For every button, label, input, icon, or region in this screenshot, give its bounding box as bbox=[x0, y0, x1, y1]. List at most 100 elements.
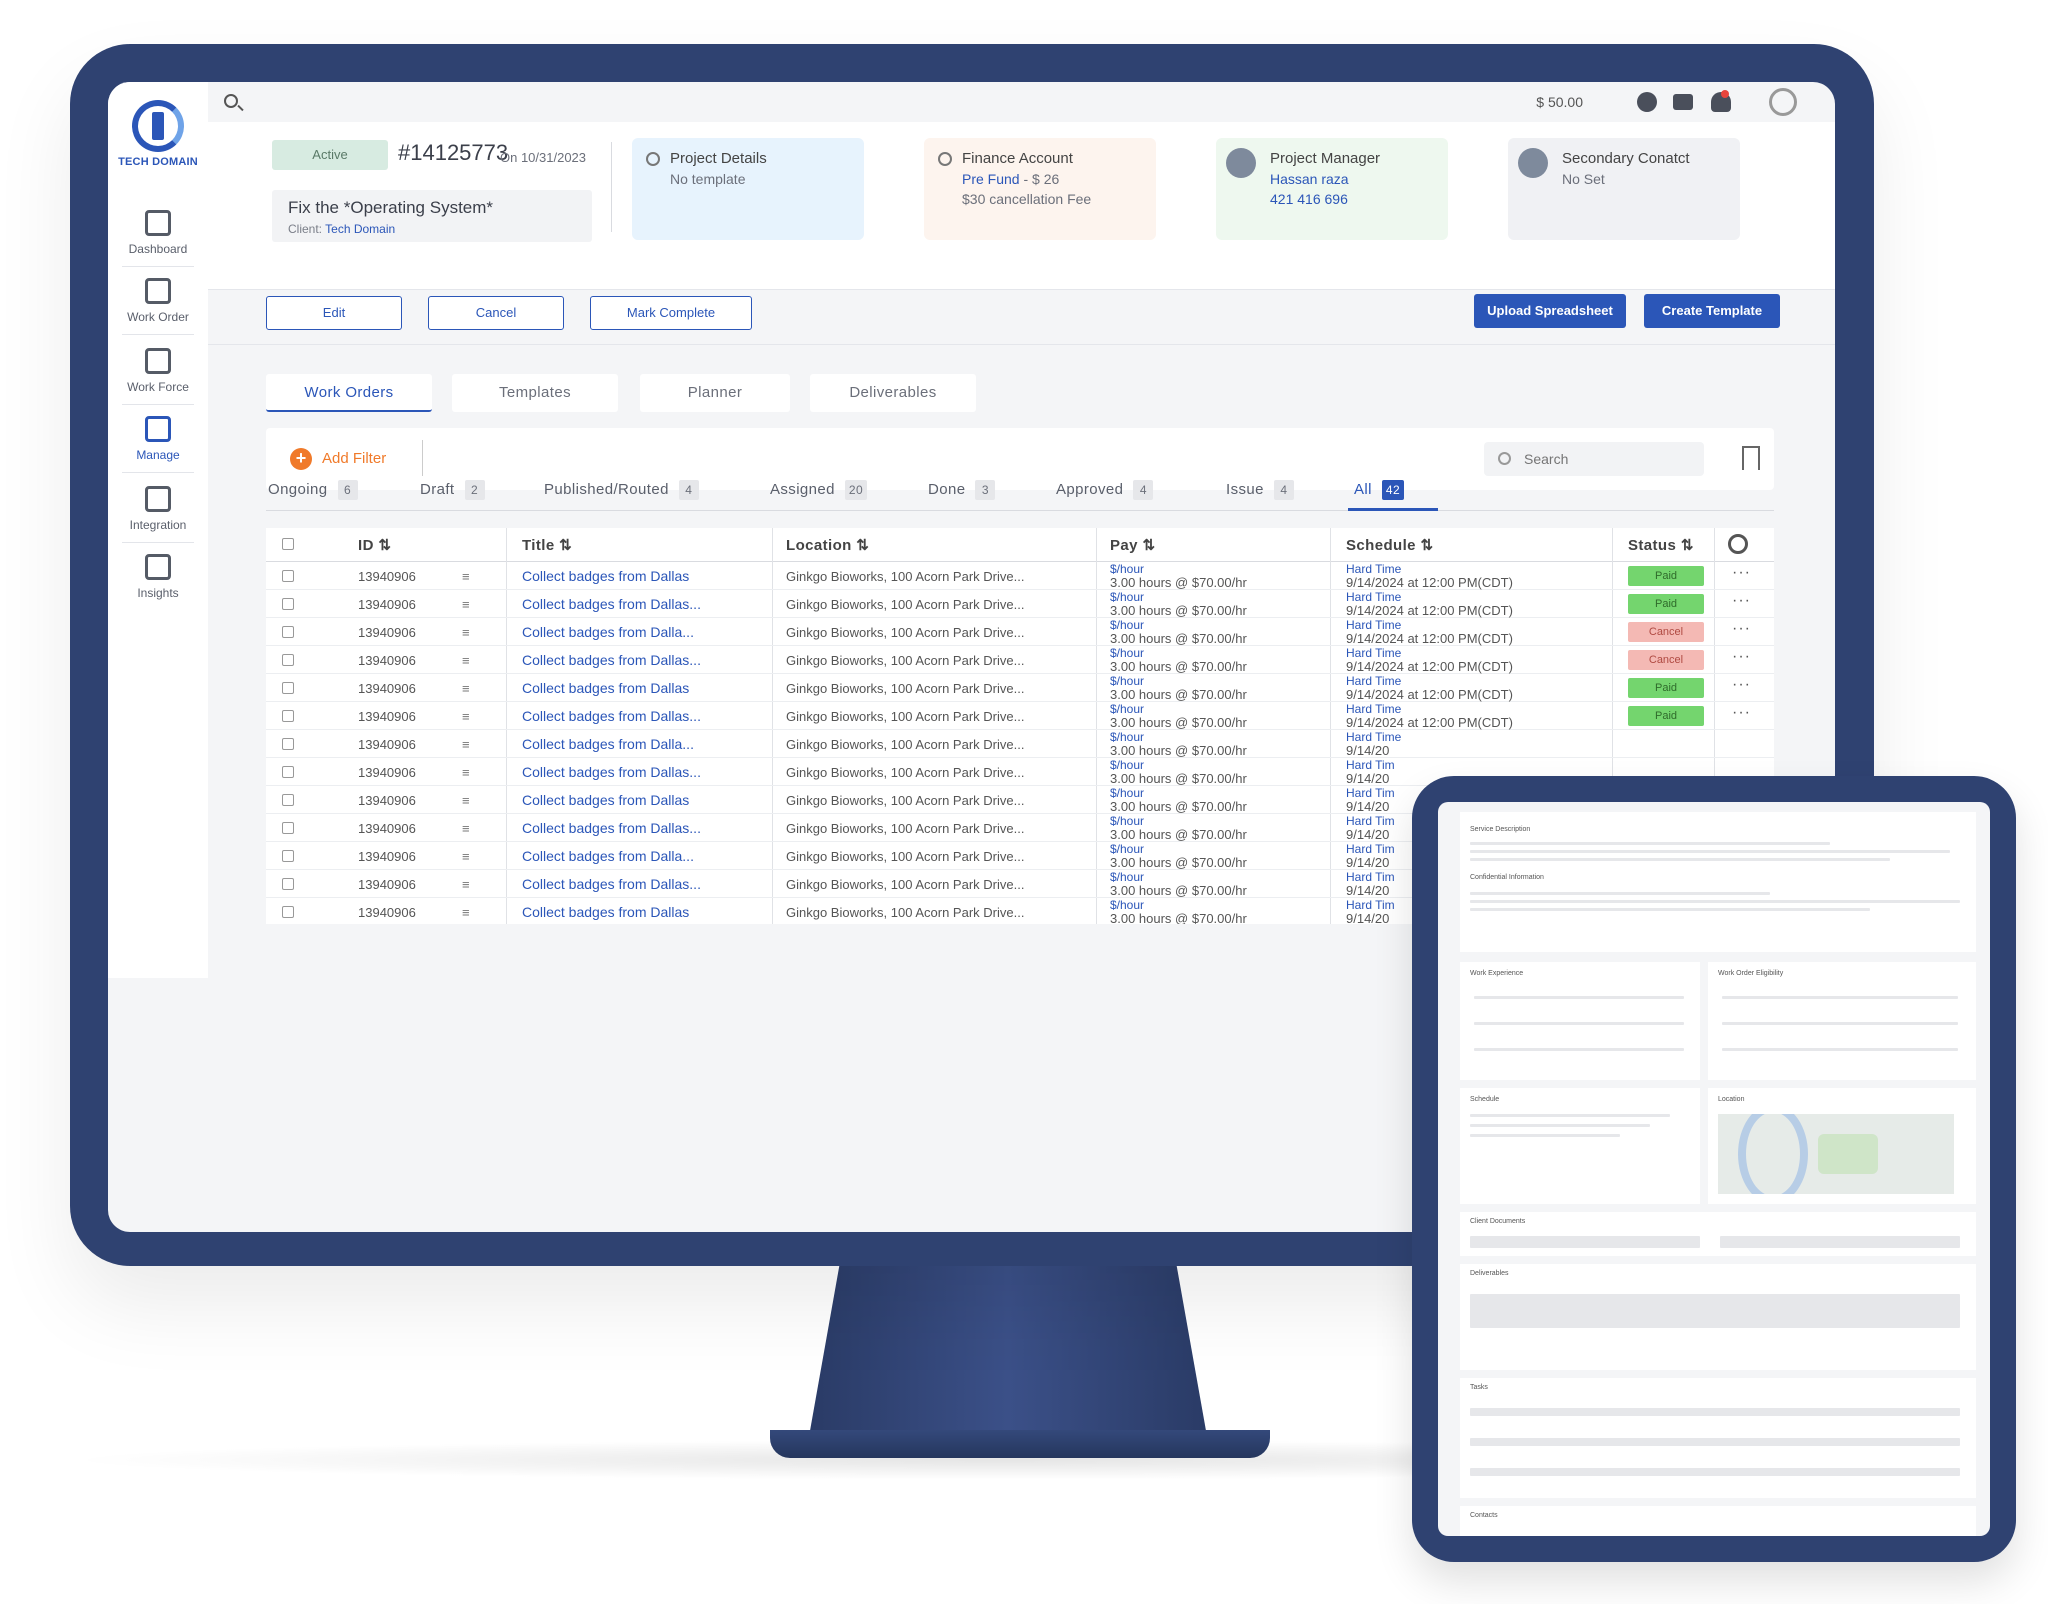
status-tab-draft[interactable]: Draft 2 bbox=[420, 480, 485, 500]
brand-logo[interactable]: TECH DOMAIN bbox=[108, 100, 208, 168]
select-all-checkbox[interactable] bbox=[282, 538, 294, 550]
status-tab-done[interactable]: Done 3 bbox=[928, 480, 996, 500]
row-checkbox[interactable] bbox=[282, 710, 294, 722]
row-checkbox[interactable] bbox=[282, 598, 294, 610]
row-details-icon[interactable]: ≡ bbox=[462, 709, 470, 724]
row-checkbox[interactable] bbox=[282, 822, 294, 834]
column-title[interactable]: Title ⇅ bbox=[522, 536, 572, 554]
column-pay[interactable]: Pay ⇅ bbox=[1110, 536, 1155, 554]
sidebar-item-integration[interactable]: Integration bbox=[108, 486, 208, 532]
client-link[interactable]: Tech Domain bbox=[325, 222, 395, 236]
mark-complete-button[interactable]: Mark Complete bbox=[590, 296, 752, 330]
more-options-icon[interactable]: ··· bbox=[1732, 676, 1751, 694]
more-options-icon[interactable]: ··· bbox=[1732, 648, 1751, 666]
table-row[interactable]: 13940906 ≡ Collect badges from Dallas Ginkg… bbox=[266, 674, 1774, 702]
document-row[interactable] bbox=[1720, 1236, 1960, 1248]
more-options-icon[interactable]: ··· bbox=[1732, 704, 1751, 722]
row-details-icon[interactable]: ≡ bbox=[462, 625, 470, 640]
project-manager-card[interactable]: Project Manager Hassan raza 421 416 696 bbox=[1216, 138, 1448, 240]
sidebar-item-insights[interactable]: Insights bbox=[108, 554, 208, 600]
row-title-link[interactable]: Collect badges from Dalla... bbox=[522, 624, 694, 640]
sidebar-item-manage[interactable]: Manage bbox=[108, 416, 208, 462]
row-title-link[interactable]: Collect badges from Dallas... bbox=[522, 764, 701, 780]
row-details-icon[interactable]: ≡ bbox=[462, 821, 470, 836]
plus-icon[interactable]: + bbox=[290, 448, 312, 470]
create-template-button[interactable]: Create Template bbox=[1644, 294, 1780, 328]
row-title-link[interactable]: Collect badges from Dallas bbox=[522, 904, 689, 920]
table-row[interactable]: 13940906 ≡ Collect badges from Dallas... Gi… bbox=[266, 590, 1774, 618]
column-id[interactable]: ID ⇅ bbox=[358, 536, 391, 554]
row-title-link[interactable]: Collect badges from Dalla... bbox=[522, 736, 694, 752]
table-row[interactable]: 13940906 ≡ Collect badges from Dallas... Gi… bbox=[266, 646, 1774, 674]
row-details-icon[interactable]: ≡ bbox=[462, 905, 470, 920]
table-row[interactable]: 13940906 ≡ Collect badges from Dallas Ginkg… bbox=[266, 562, 1774, 590]
row-details-icon[interactable]: ≡ bbox=[462, 569, 470, 584]
search-icon[interactable] bbox=[224, 94, 238, 108]
status-tab-assigned[interactable]: Assigned 20 bbox=[770, 480, 868, 500]
column-schedule[interactable]: Schedule ⇅ bbox=[1346, 536, 1433, 554]
row-checkbox[interactable] bbox=[282, 570, 294, 582]
row-checkbox[interactable] bbox=[282, 738, 294, 750]
row-checkbox[interactable] bbox=[282, 626, 294, 638]
row-checkbox[interactable] bbox=[282, 878, 294, 890]
status-tab-all[interactable]: All 42 bbox=[1354, 480, 1405, 500]
more-options-icon[interactable]: ··· bbox=[1732, 592, 1751, 610]
row-checkbox[interactable] bbox=[282, 850, 294, 862]
user-avatar[interactable] bbox=[1769, 88, 1797, 116]
location-map[interactable] bbox=[1718, 1114, 1954, 1194]
status-tab-issue[interactable]: Issue 4 bbox=[1226, 480, 1294, 500]
row-details-icon[interactable]: ≡ bbox=[462, 849, 470, 864]
status-tab-approved[interactable]: Approved 4 bbox=[1056, 480, 1154, 500]
row-checkbox[interactable] bbox=[282, 682, 294, 694]
row-title-link[interactable]: Collect badges from Dallas... bbox=[522, 708, 701, 724]
tab-work-orders[interactable]: Work Orders bbox=[266, 374, 432, 412]
sidebar-item-dashboard[interactable]: Dashboard bbox=[108, 210, 208, 256]
row-details-icon[interactable]: ≡ bbox=[462, 765, 470, 780]
row-details-icon[interactable]: ≡ bbox=[462, 653, 470, 668]
row-details-icon[interactable]: ≡ bbox=[462, 877, 470, 892]
table-row[interactable]: 13940906 ≡ Collect badges from Dalla... Gin… bbox=[266, 618, 1774, 646]
row-checkbox[interactable] bbox=[282, 794, 294, 806]
table-row[interactable]: 13940906 ≡ Collect badges from Dalla... Gin… bbox=[266, 730, 1774, 758]
task-row[interactable] bbox=[1470, 1408, 1960, 1416]
row-title-link[interactable]: Collect badges from Dallas bbox=[522, 568, 689, 584]
add-filter-button[interactable]: Add Filter bbox=[322, 450, 386, 467]
row-title-link[interactable]: Collect badges from Dallas... bbox=[522, 820, 701, 836]
tab-deliverables[interactable]: Deliverables bbox=[810, 374, 976, 412]
row-title-link[interactable]: Collect badges from Dallas... bbox=[522, 652, 701, 668]
project-details-card[interactable]: Project Details No template bbox=[632, 138, 864, 240]
row-title-link[interactable]: Collect badges from Dallas bbox=[522, 680, 689, 696]
upload-spreadsheet-button[interactable]: Upload Spreadsheet bbox=[1474, 294, 1626, 328]
column-status[interactable]: Status ⇅ bbox=[1628, 536, 1694, 554]
tab-planner[interactable]: Planner bbox=[640, 374, 790, 412]
sidebar-item-work-force[interactable]: Work Force bbox=[108, 348, 208, 394]
row-details-icon[interactable]: ≡ bbox=[462, 737, 470, 752]
finance-account-card[interactable]: Finance Account Pre Fund - $ 26 $30 canc… bbox=[924, 138, 1156, 240]
help-icon[interactable] bbox=[1637, 92, 1657, 112]
table-row[interactable]: 13940906 ≡ Collect badges from Dallas... Gi… bbox=[266, 702, 1774, 730]
bookmark-icon[interactable] bbox=[1742, 446, 1760, 470]
row-title-link[interactable]: Collect badges from Dallas bbox=[522, 792, 689, 808]
status-tab-published[interactable]: Published/Routed 4 bbox=[544, 480, 699, 500]
more-options-icon[interactable]: ··· bbox=[1732, 564, 1751, 582]
row-checkbox[interactable] bbox=[282, 766, 294, 778]
row-details-icon[interactable]: ≡ bbox=[462, 681, 470, 696]
status-tab-ongoing[interactable]: Ongoing 6 bbox=[268, 480, 358, 500]
deliverable-row[interactable] bbox=[1470, 1294, 1960, 1328]
mail-icon[interactable] bbox=[1673, 94, 1693, 110]
prefund-link[interactable]: Pre Fund bbox=[962, 171, 1020, 187]
row-details-icon[interactable]: ≡ bbox=[462, 793, 470, 808]
more-options-icon[interactable]: ··· bbox=[1732, 620, 1751, 638]
secondary-contact-card[interactable]: Secondary Conatct No Set bbox=[1508, 138, 1740, 240]
task-row[interactable] bbox=[1470, 1468, 1960, 1476]
cancel-button[interactable]: Cancel bbox=[428, 296, 564, 330]
column-location[interactable]: Location ⇅ bbox=[786, 536, 869, 554]
sidebar-item-work-order[interactable]: Work Order bbox=[108, 278, 208, 324]
row-title-link[interactable]: Collect badges from Dalla... bbox=[522, 848, 694, 864]
row-checkbox[interactable] bbox=[282, 654, 294, 666]
settings-gear-icon[interactable] bbox=[1728, 534, 1748, 554]
row-title-link[interactable]: Collect badges from Dallas... bbox=[522, 596, 701, 612]
row-details-icon[interactable]: ≡ bbox=[462, 597, 470, 612]
row-title-link[interactable]: Collect badges from Dallas... bbox=[522, 876, 701, 892]
edit-button[interactable]: Edit bbox=[266, 296, 402, 330]
